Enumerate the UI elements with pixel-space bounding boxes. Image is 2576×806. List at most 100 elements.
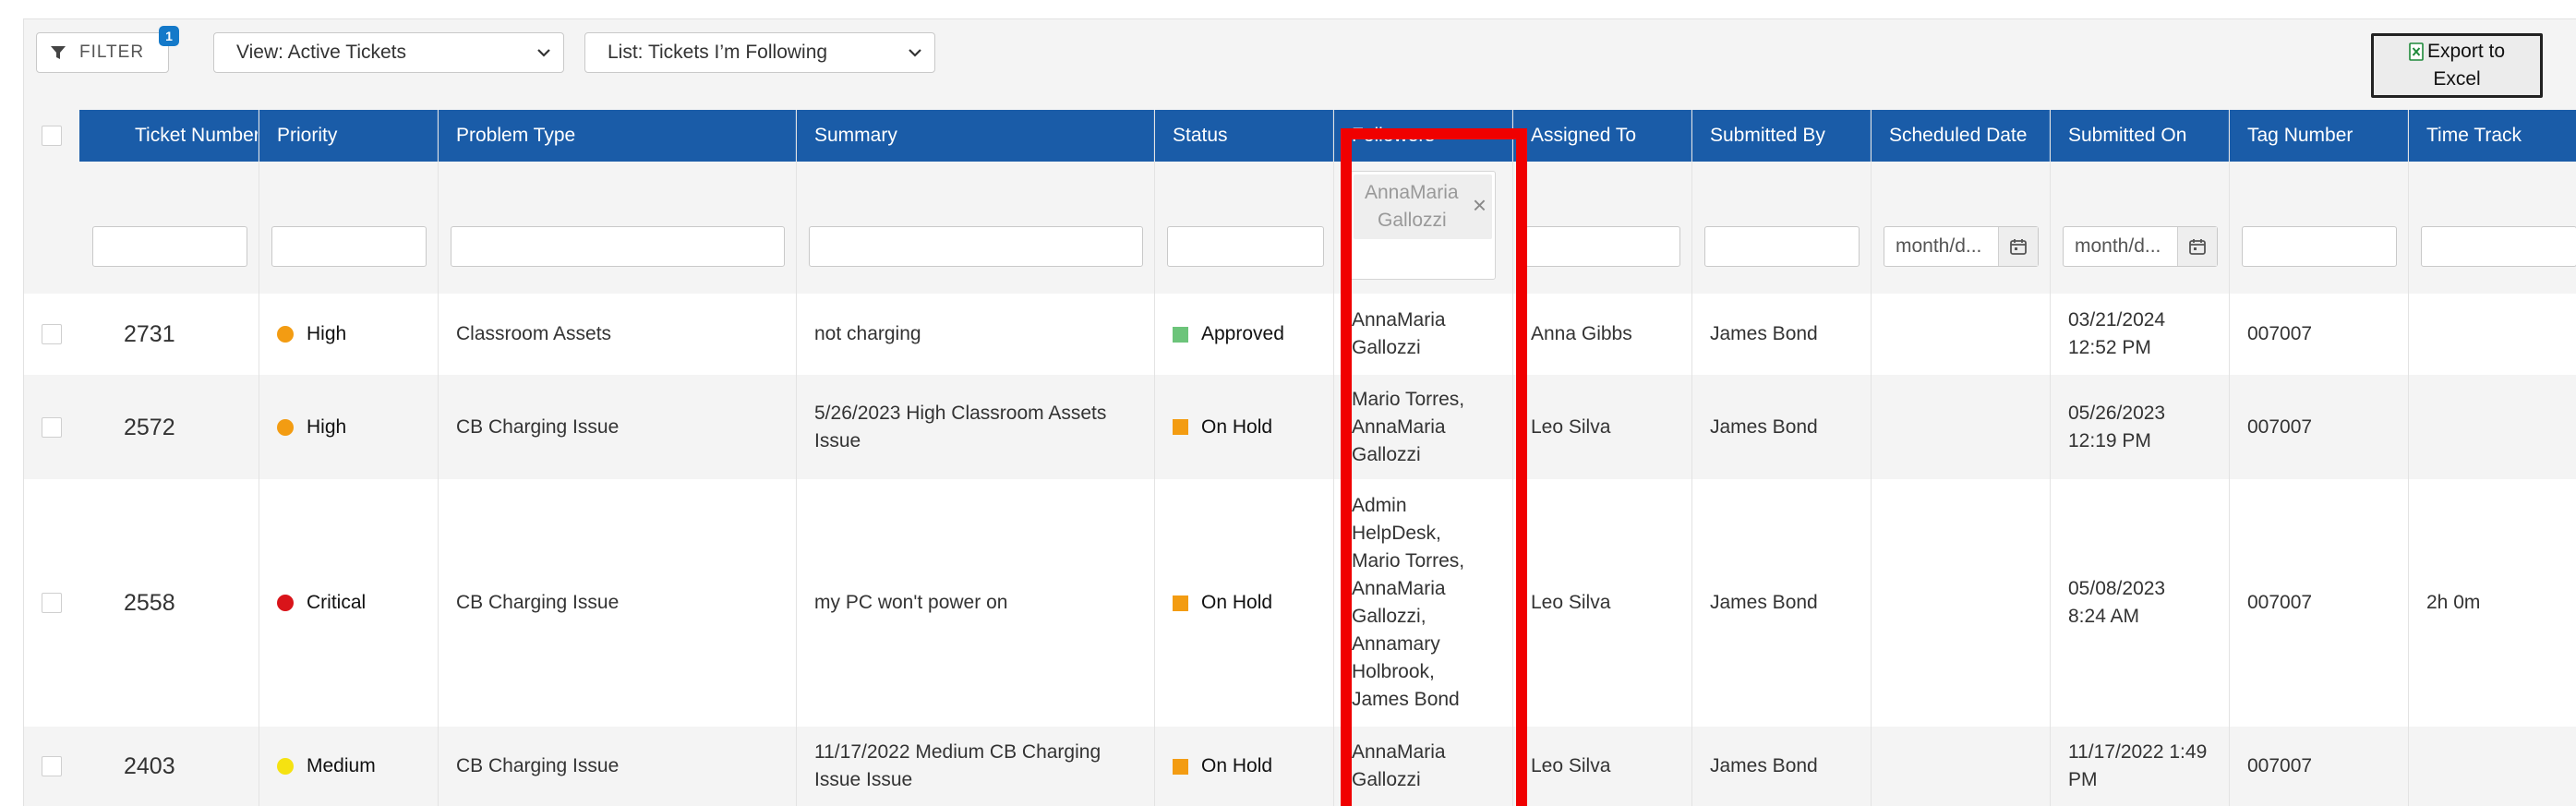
scheduled-date-cell (1871, 479, 2050, 727)
col-label: Submitted By (1710, 125, 1825, 146)
column-divider (1691, 110, 1692, 806)
followers-text-line: Gallozzi, (1352, 606, 1426, 627)
tag-number-cell: 007007 (2229, 479, 2408, 727)
submitted-on: 05/08/2023 8:24 AM (2068, 575, 2165, 631)
followers-text-line: AnnaMaria (1352, 741, 1446, 763)
row-checkbox[interactable] (42, 593, 62, 613)
priority-cell: High (259, 294, 438, 375)
table-row[interactable]: 2403 Medium CB Charging Issue 11/17/2022 Me… (24, 727, 2576, 806)
followers-text: AnnaMaria Gallozzi (1352, 739, 1446, 794)
followers-text-line: AnnaMaria (1352, 309, 1446, 331)
assigned-to-cell: Leo Silva (1512, 479, 1691, 727)
problem-type-filter-input[interactable] (451, 226, 785, 267)
remove-chip-icon[interactable]: × (1473, 191, 1487, 219)
time-track-cell: 2h 0m (2408, 479, 2576, 727)
select-all-checkbox[interactable] (42, 126, 62, 146)
time-track: 2h 0m (2426, 592, 2481, 613)
col-time-track[interactable]: Time Track (2408, 110, 2576, 162)
submitted-by-filter-input[interactable] (1704, 226, 1860, 267)
submitted-on-line: 12:19 PM (2068, 429, 2151, 451)
submitted-by-cell: James Bond (1691, 479, 1871, 727)
table-row[interactable]: 2558 Critical CB Charging Issue my PC won't… (24, 479, 2576, 727)
followers-text-line: Mario Torres, (1352, 550, 1465, 571)
col-label: Time Track (2426, 125, 2522, 146)
problem-type: CB Charging Issue (456, 592, 620, 613)
problem-type: CB Charging Issue (456, 415, 620, 438)
row-checkbox[interactable] (42, 756, 62, 776)
assigned-to: Leo Silva (1531, 755, 1611, 776)
col-tag-number[interactable]: Tag Number (2229, 110, 2408, 162)
row-checkbox-cell (24, 294, 79, 375)
tag-number-filter-input[interactable] (2242, 226, 2397, 267)
summary-filter-input[interactable] (809, 226, 1143, 267)
calendar-icon[interactable] (1998, 227, 2038, 266)
time-track-filter-input[interactable] (2421, 226, 2576, 267)
row-checkbox[interactable] (42, 324, 62, 344)
filter-button[interactable]: FILTER (36, 32, 169, 73)
tag-number-cell: 007007 (2229, 727, 2408, 806)
col-submitted-on[interactable]: Submitted On (2050, 110, 2229, 162)
col-assigned-to[interactable]: Assigned To (1512, 110, 1691, 162)
view-select[interactable]: View: Active Tickets (213, 32, 564, 73)
col-submitted-by[interactable]: Submitted By (1691, 110, 1871, 162)
row-checkbox[interactable] (42, 416, 62, 438)
assigned-to: Anna Gibbs (1531, 323, 1632, 344)
col-label: Ticket Number (135, 125, 259, 146)
summary-text: 11/17/2022 Medium CB Charging Issue Issue (814, 739, 1101, 794)
submitted-on-filter-input[interactable]: month/d... (2063, 226, 2218, 267)
column-divider (2408, 110, 2409, 806)
col-label: Scheduled Date (1889, 125, 2028, 146)
column-divider (438, 110, 439, 806)
followers-text: AnnaMaria Gallozzi (1352, 307, 1446, 362)
col-ticket-number[interactable]: Ticket Number (79, 110, 259, 162)
summary-text-line: Issue Issue (814, 769, 913, 790)
column-divider (796, 110, 797, 806)
followers-text-line: Annamary (1352, 633, 1440, 655)
ticket-number-cell[interactable]: 2731 (79, 294, 259, 375)
status-label: On Hold (1201, 755, 1273, 776)
col-priority[interactable]: Priority (259, 110, 438, 162)
col-problem-type[interactable]: Problem Type (438, 110, 796, 162)
submitted-on: 05/26/2023 12:19 PM (2068, 400, 2165, 455)
col-scheduled-date[interactable]: Scheduled Date (1871, 110, 2050, 162)
column-divider (2229, 110, 2230, 806)
list-select-value: List: Tickets I’m Following (608, 42, 828, 63)
table-row[interactable]: 2572 High CB Charging Issue 5/26/2023 High … (24, 375, 2576, 479)
ticket-number-cell[interactable]: 2403 (79, 727, 259, 806)
tag-number: 007007 (2247, 323, 2313, 344)
assigned-to: Leo Silva (1531, 415, 1611, 438)
assigned-to-filter-input[interactable] (1525, 226, 1680, 267)
priority-filter-input[interactable] (271, 226, 427, 267)
table-row[interactable]: 2731 High Classroom Assets not charging Appr… (24, 294, 2576, 375)
submitted-on-line: 11/17/2022 1:49 (2068, 741, 2208, 763)
col-label: Priority (277, 125, 338, 146)
scheduled-date-cell (1871, 294, 2050, 375)
excel-icon (2409, 42, 2424, 61)
summary-cell: my PC won't power on (796, 479, 1154, 727)
col-label: Tag Number (2247, 125, 2353, 146)
followers-text-line: Holbrook, (1352, 661, 1435, 682)
date-placeholder: month/d... (2075, 235, 2161, 257)
submitted-by-cell: James Bond (1691, 375, 1871, 479)
calendar-icon[interactable] (2177, 227, 2217, 266)
followers-filter-input[interactable]: AnnaMaria Gallozzi × (1350, 171, 1496, 280)
export-to-excel-button[interactable]: Export to Excel (2371, 33, 2543, 98)
priority-label: High (307, 415, 347, 438)
export-label-line2: Excel (2433, 68, 2481, 90)
ticket-number-cell[interactable]: 2572 (79, 375, 259, 479)
status-filter-input[interactable] (1167, 226, 1324, 267)
col-status[interactable]: Status (1154, 110, 1333, 162)
status-label: Approved (1201, 323, 1284, 344)
col-summary[interactable]: Summary (796, 110, 1154, 162)
submitted-on-line: 05/08/2023 (2068, 578, 2166, 599)
ticket-number-filter-input[interactable] (92, 226, 247, 267)
col-followers[interactable]: Followers (1333, 110, 1512, 162)
assigned-to-cell: Leo Silva (1512, 375, 1691, 479)
tag-number: 007007 (2247, 592, 2313, 613)
submitted-on-cell: 05/08/2023 8:24 AM (2050, 479, 2229, 727)
list-select[interactable]: List: Tickets I’m Following (584, 32, 935, 73)
scheduled-date-filter-input[interactable]: month/d... (1884, 226, 2039, 267)
summary-text: 5/26/2023 High Classroom Assets Issue (814, 400, 1106, 455)
submitted-on-line: 8:24 AM (2068, 606, 2140, 627)
ticket-number-cell[interactable]: 2558 (79, 479, 259, 727)
